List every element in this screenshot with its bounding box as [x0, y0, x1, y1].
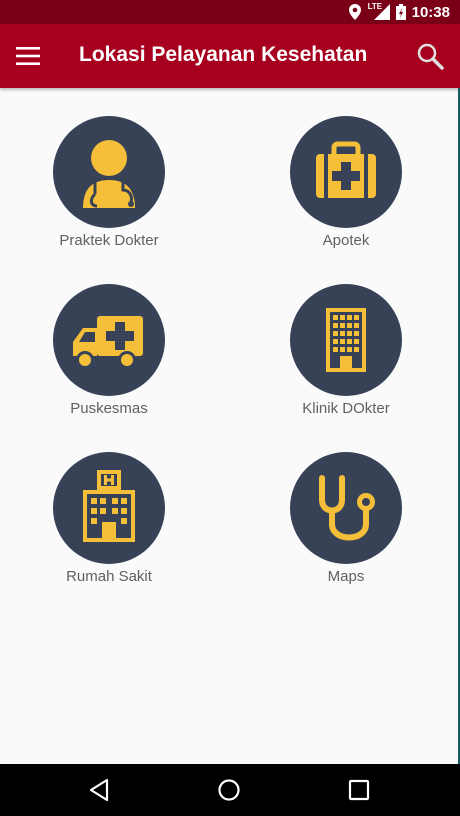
- maps-circle: [290, 452, 402, 564]
- praktek-dokter-tile[interactable]: Praktek Dokter: [29, 116, 189, 266]
- page-title: Lokasi Pelayanan Kesehatan: [79, 43, 368, 66]
- ambulance-icon: [73, 316, 143, 369]
- battery-icon: [395, 4, 406, 20]
- search-icon[interactable]: [416, 42, 444, 70]
- rumah-sakit-circle: [53, 452, 165, 564]
- hospital-icon: [83, 470, 135, 542]
- menu-icon[interactable]: [16, 44, 40, 68]
- medical-kit-icon: [316, 141, 376, 198]
- navigation-bar: [0, 764, 460, 816]
- praktek-dokter-circle: [53, 116, 165, 228]
- recents-icon[interactable]: [347, 778, 371, 802]
- clinic-building-icon: [326, 308, 366, 372]
- rumah-sakit-label: Rumah Sakit: [66, 568, 152, 585]
- puskesmas-circle: [53, 284, 165, 396]
- back-icon[interactable]: [87, 778, 111, 802]
- apotek-label: Apotek: [322, 232, 370, 249]
- status-bar: LTE 10:38: [0, 0, 460, 24]
- lte-signal-icon: LTE: [368, 2, 390, 20]
- rumah-sakit-tile[interactable]: Rumah Sakit: [29, 452, 189, 602]
- puskesmas-label: Puskesmas: [70, 400, 148, 417]
- maps-tile[interactable]: Maps: [266, 452, 426, 602]
- home-icon[interactable]: [217, 778, 241, 802]
- klinik-dokter-tile[interactable]: Klinik DOkter: [266, 284, 426, 434]
- praktek-dokter-label: Praktek Dokter: [59, 232, 159, 249]
- doctor-icon: [83, 140, 135, 208]
- app-bar: Lokasi Pelayanan Kesehatan: [0, 24, 460, 88]
- puskesmas-tile[interactable]: Puskesmas: [29, 284, 189, 434]
- klinik-dokter-circle: [290, 284, 402, 396]
- location-icon: [348, 4, 361, 20]
- stethoscope-icon: [319, 475, 375, 541]
- status-time: 10:38: [411, 3, 450, 21]
- maps-label: Maps: [327, 568, 365, 585]
- klinik-dokter-label: Klinik DOkter: [302, 400, 390, 417]
- apotek-circle: [290, 116, 402, 228]
- apotek-tile[interactable]: Apotek: [266, 116, 426, 266]
- service-grid: Praktek Dokter Apotek Puskesmas Klinik D…: [0, 88, 460, 764]
